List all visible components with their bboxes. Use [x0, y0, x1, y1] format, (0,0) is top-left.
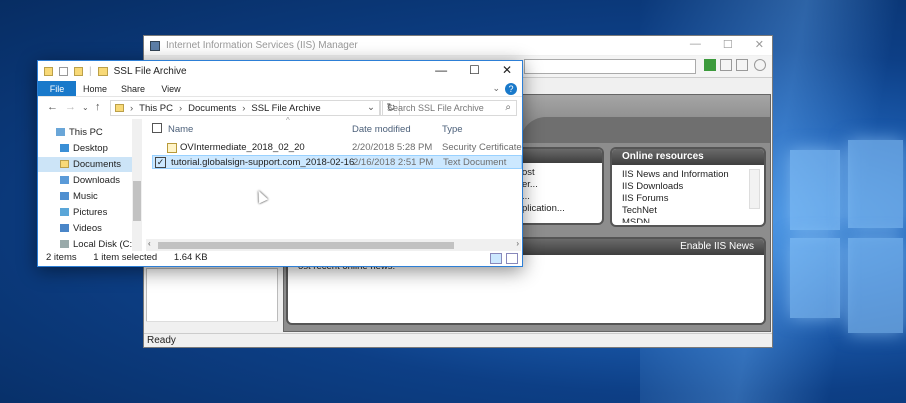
forward-arrow-icon[interactable]: → — [65, 101, 76, 113]
resource-link[interactable]: IIS Forums — [622, 193, 754, 205]
go-icon[interactable] — [704, 59, 716, 71]
scroll-left-icon[interactable]: ‹ — [148, 239, 151, 248]
nav-item-documents[interactable]: Documents — [38, 157, 138, 172]
iis-status-bar: Ready — [144, 333, 772, 347]
resource-link[interactable]: IIS News and Information — [622, 169, 754, 181]
iis-address-input[interactable] — [524, 59, 696, 74]
file-explorer-window: | SSL File Archive — ☐ ✕ File Home Share… — [37, 60, 523, 267]
resource-link[interactable]: MSDN — [622, 217, 754, 223]
print-icon[interactable] — [736, 59, 748, 71]
selection-count: 1 item selected — [93, 252, 158, 263]
resource-link[interactable]: TechNet — [622, 205, 754, 217]
task-link[interactable]: er... — [522, 179, 592, 191]
connections-scrollbar[interactable] — [146, 321, 278, 333]
folder-icon[interactable] — [44, 66, 53, 76]
resource-link[interactable]: IIS Downloads — [622, 181, 754, 193]
scroll-right-icon[interactable]: › — [516, 239, 519, 248]
help-menu-icon[interactable] — [754, 59, 766, 71]
tab-home[interactable]: Home — [76, 81, 114, 96]
folder-icon — [97, 66, 108, 76]
close-icon[interactable]: ✕ — [755, 38, 764, 51]
table-row[interactable]: ✓ tutorial.globalsign-support.com_2018-0… — [152, 155, 522, 169]
iis-title: Internet Information Services (IIS) Mana… — [166, 40, 358, 51]
file-list: Name Date modified Type ^ OVIntermediate… — [146, 116, 522, 251]
address-bar[interactable]: › This PC › Documents › SSL File Archive… — [110, 100, 380, 116]
minimize-icon[interactable]: — — [690, 38, 701, 51]
properties-icon[interactable] — [59, 66, 68, 76]
navigation-scrollbar[interactable] — [132, 119, 142, 251]
column-date-modified[interactable]: Date modified — [352, 124, 411, 135]
network-icon[interactable] — [720, 59, 732, 71]
videos-icon — [60, 224, 69, 232]
task-link[interactable]: plication... — [522, 203, 592, 215]
chevron-down-icon[interactable]: ⌄ — [367, 102, 375, 113]
desktop-icon — [60, 144, 69, 152]
documents-icon — [60, 160, 69, 168]
nav-item-this-pc[interactable]: This PC — [38, 125, 138, 140]
up-arrow-icon[interactable]: ↑ — [95, 101, 101, 113]
breadcrumb-documents[interactable]: Documents — [188, 103, 236, 114]
item-count: 2 items — [46, 252, 77, 263]
task-link[interactable]: ost — [522, 167, 592, 179]
certificate-icon — [167, 143, 177, 153]
close-icon[interactable]: ✕ — [502, 63, 512, 77]
iis-window-controls: — ☐ ✕ — [690, 38, 764, 51]
large-icons-view-icon[interactable] — [506, 253, 518, 264]
back-arrow-icon[interactable]: ← — [47, 101, 58, 113]
breadcrumb-this-pc[interactable]: This PC — [139, 103, 173, 114]
quick-access-toolbar — [44, 66, 83, 76]
iis-app-icon — [150, 40, 160, 51]
downloads-icon — [60, 176, 69, 184]
windows-logo — [770, 140, 906, 350]
music-icon — [60, 192, 69, 200]
navigation-row: ← → ⌄ ↑ › This PC › Documents › SSL File… — [38, 98, 522, 118]
explorer-title: SSL File Archive — [113, 65, 187, 77]
task-link[interactable]: ... — [522, 191, 592, 203]
help-icon[interactable]: ? — [505, 83, 517, 95]
computer-icon — [56, 128, 65, 136]
details-view-icon[interactable] — [490, 253, 502, 264]
resources-scrollbar[interactable] — [749, 169, 760, 209]
minimize-icon[interactable]: — — [435, 63, 447, 77]
online-resources-panel: Online resources IIS News and Informatio… — [610, 147, 766, 227]
ribbon-tabs: File Home Share View ⌄ ? — [38, 81, 522, 97]
table-row[interactable]: OVIntermediate_2018_02_20 2/20/2018 5:28… — [152, 141, 522, 155]
column-headers: Name Date modified Type ^ — [146, 116, 522, 137]
row-checkbox[interactable]: ✓ — [155, 157, 166, 168]
select-all-checkbox[interactable] — [152, 123, 162, 133]
column-name[interactable]: Name — [168, 124, 193, 135]
maximize-icon[interactable]: ☐ — [469, 63, 480, 77]
new-folder-icon[interactable] — [74, 66, 83, 76]
search-placeholder: Search SSL File Archive — [387, 103, 484, 113]
nav-item-desktop[interactable]: Desktop — [38, 141, 138, 156]
nav-item-pictures[interactable]: Pictures — [38, 205, 138, 220]
breadcrumb-ssl-file-archive[interactable]: SSL File Archive — [251, 103, 320, 114]
pictures-icon — [60, 208, 69, 216]
enable-iis-news-link[interactable]: Enable IIS News — [680, 241, 754, 252]
drive-icon — [60, 240, 69, 248]
search-input[interactable]: Search SSL File Archive ⌕ — [380, 100, 517, 116]
sort-indicator-icon: ^ — [286, 116, 290, 125]
explorer-window-controls: — ☐ ✕ — [435, 63, 512, 77]
search-icon: ⌕ — [505, 102, 511, 113]
folder-icon — [115, 104, 124, 112]
column-type[interactable]: Type — [442, 124, 463, 135]
explorer-status-bar: 2 items 1 item selected 1.64 KB — [38, 250, 522, 266]
tab-file[interactable]: File — [38, 81, 76, 96]
selection-size: 1.64 KB — [173, 252, 208, 263]
online-resources-title: Online resources — [612, 149, 764, 165]
start-page-tab — [520, 117, 770, 143]
maximize-icon[interactable]: ☐ — [723, 38, 733, 51]
tab-share[interactable]: Share — [114, 81, 152, 96]
recent-locations-icon[interactable]: ⌄ — [82, 103, 89, 112]
nav-item-downloads[interactable]: Downloads — [38, 173, 138, 188]
iis-title-bar: Internet Information Services (IIS) Mana… — [144, 36, 772, 55]
tab-view[interactable]: View — [152, 81, 190, 96]
navigation-pane: This PC Desktop Documents Downloads Musi… — [38, 119, 144, 251]
nav-item-videos[interactable]: Videos — [38, 221, 138, 236]
nav-item-music[interactable]: Music — [38, 189, 138, 204]
ribbon-expand-icon[interactable]: ⌄ — [492, 83, 500, 94]
